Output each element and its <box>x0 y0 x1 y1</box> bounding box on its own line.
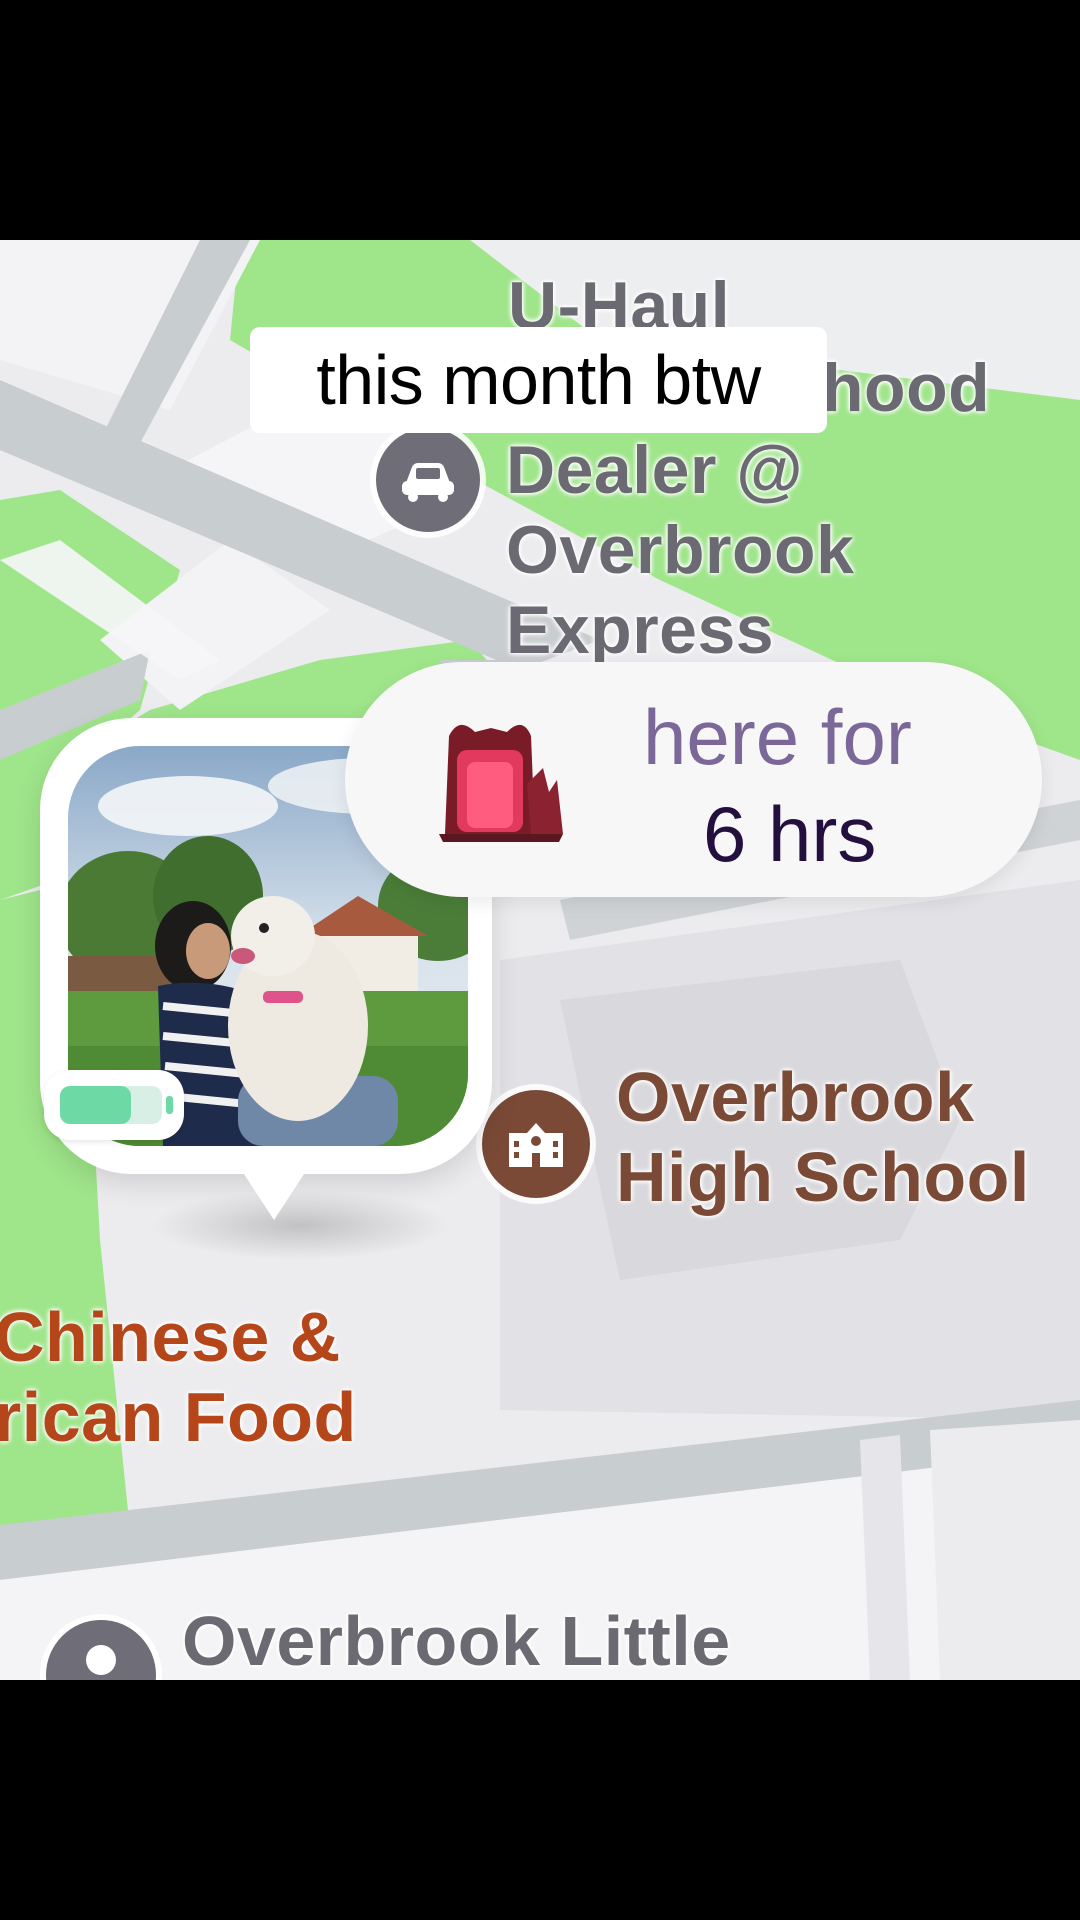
red-portal-icon <box>431 714 571 849</box>
status-duration-label: here for <box>643 693 912 781</box>
battery-badge <box>44 1070 184 1140</box>
map-label-food-1-text: Chinese & <box>0 1298 341 1376</box>
map-label-food-2: rican Food <box>0 1378 357 1456</box>
map-label-dealer-3: Express <box>506 592 775 668</box>
marker-pointer <box>240 1168 308 1220</box>
battery-icon <box>60 1086 173 1124</box>
car-icon <box>402 463 454 502</box>
video-caption: this month btw <box>250 327 827 433</box>
map-label-dealer-2: Overbrook <box>506 512 855 588</box>
map-label-food-1: Chinese & <box>0 1302 341 1372</box>
school-icon[interactable] <box>482 1090 590 1198</box>
status-pill[interactable]: here for 6 hrs <box>345 662 1042 897</box>
building-icon <box>509 1123 563 1167</box>
map-label-dealer-1: Dealer @ <box>506 432 804 508</box>
battery-level <box>60 1086 131 1124</box>
status-duration-value: 6 hrs <box>703 790 877 878</box>
top-letterbox <box>0 0 1080 240</box>
map-label-hood: hood <box>822 350 991 426</box>
map-label-little: Overbrook Little <box>182 1602 731 1680</box>
map-label-school-2: High School <box>616 1138 1030 1216</box>
bottom-letterbox <box>0 1680 1080 1920</box>
map-label-school-1: Overbrook <box>616 1058 975 1136</box>
car-dealer-icon[interactable] <box>376 428 480 532</box>
